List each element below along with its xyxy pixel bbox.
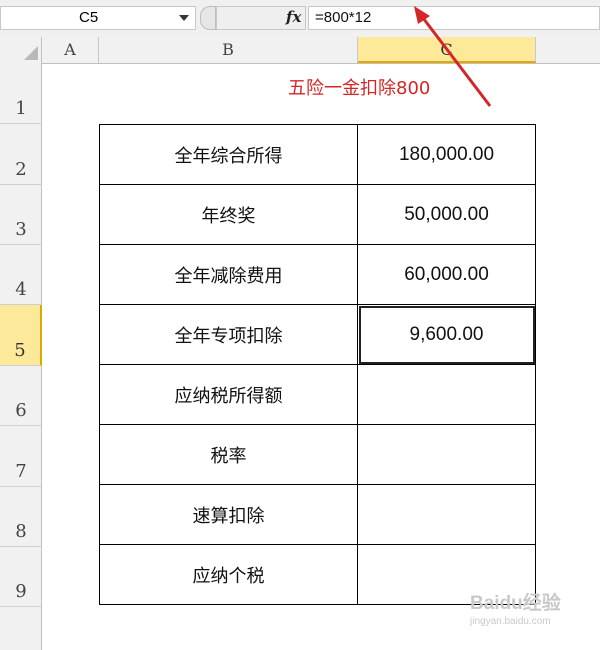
table-row: 年终奖 50,000.00 bbox=[99, 184, 536, 245]
cell-c8[interactable] bbox=[357, 484, 536, 545]
cell-c7[interactable] bbox=[357, 424, 536, 485]
watermark-logo-text: Baidu经验 bbox=[470, 593, 561, 614]
cell-c3[interactable]: 50,000.00 bbox=[357, 184, 536, 245]
baidu-watermark: Baidu经验 jingyan.baidu.com bbox=[470, 588, 595, 640]
table-row: 税率 bbox=[99, 424, 536, 485]
table-row: 全年综合所得 180,000.00 bbox=[99, 124, 536, 185]
cell-c5-active[interactable]: 9,600.00 bbox=[357, 304, 536, 365]
cell-c4[interactable]: 60,000.00 bbox=[357, 244, 536, 305]
cell-b5[interactable]: 全年专项扣除 bbox=[99, 304, 358, 365]
cell-b9[interactable]: 应纳个税 bbox=[99, 544, 358, 605]
table-row: 速算扣除 bbox=[99, 484, 536, 545]
watermark-url: jingyan.baidu.com bbox=[470, 616, 551, 627]
table-row: 全年专项扣除 9,600.00 bbox=[99, 304, 536, 365]
cell-b7[interactable]: 税率 bbox=[99, 424, 358, 485]
cell-b3[interactable]: 年终奖 bbox=[99, 184, 358, 245]
cell-c2[interactable]: 180,000.00 bbox=[357, 124, 536, 185]
table-row: 应纳税所得额 bbox=[99, 364, 536, 425]
tax-table: 全年综合所得 180,000.00 年终奖 50,000.00 全年减除费用 6… bbox=[99, 124, 536, 605]
annotation-text: 五险一金扣除800 bbox=[288, 78, 431, 99]
cell-b2[interactable]: 全年综合所得 bbox=[99, 124, 358, 185]
table-row: 全年减除费用 60,000.00 bbox=[99, 244, 536, 305]
cell-c6[interactable] bbox=[357, 364, 536, 425]
cell-b4[interactable]: 全年减除费用 bbox=[99, 244, 358, 305]
cell-b6[interactable]: 应纳税所得额 bbox=[99, 364, 358, 425]
cell-b8[interactable]: 速算扣除 bbox=[99, 484, 358, 545]
